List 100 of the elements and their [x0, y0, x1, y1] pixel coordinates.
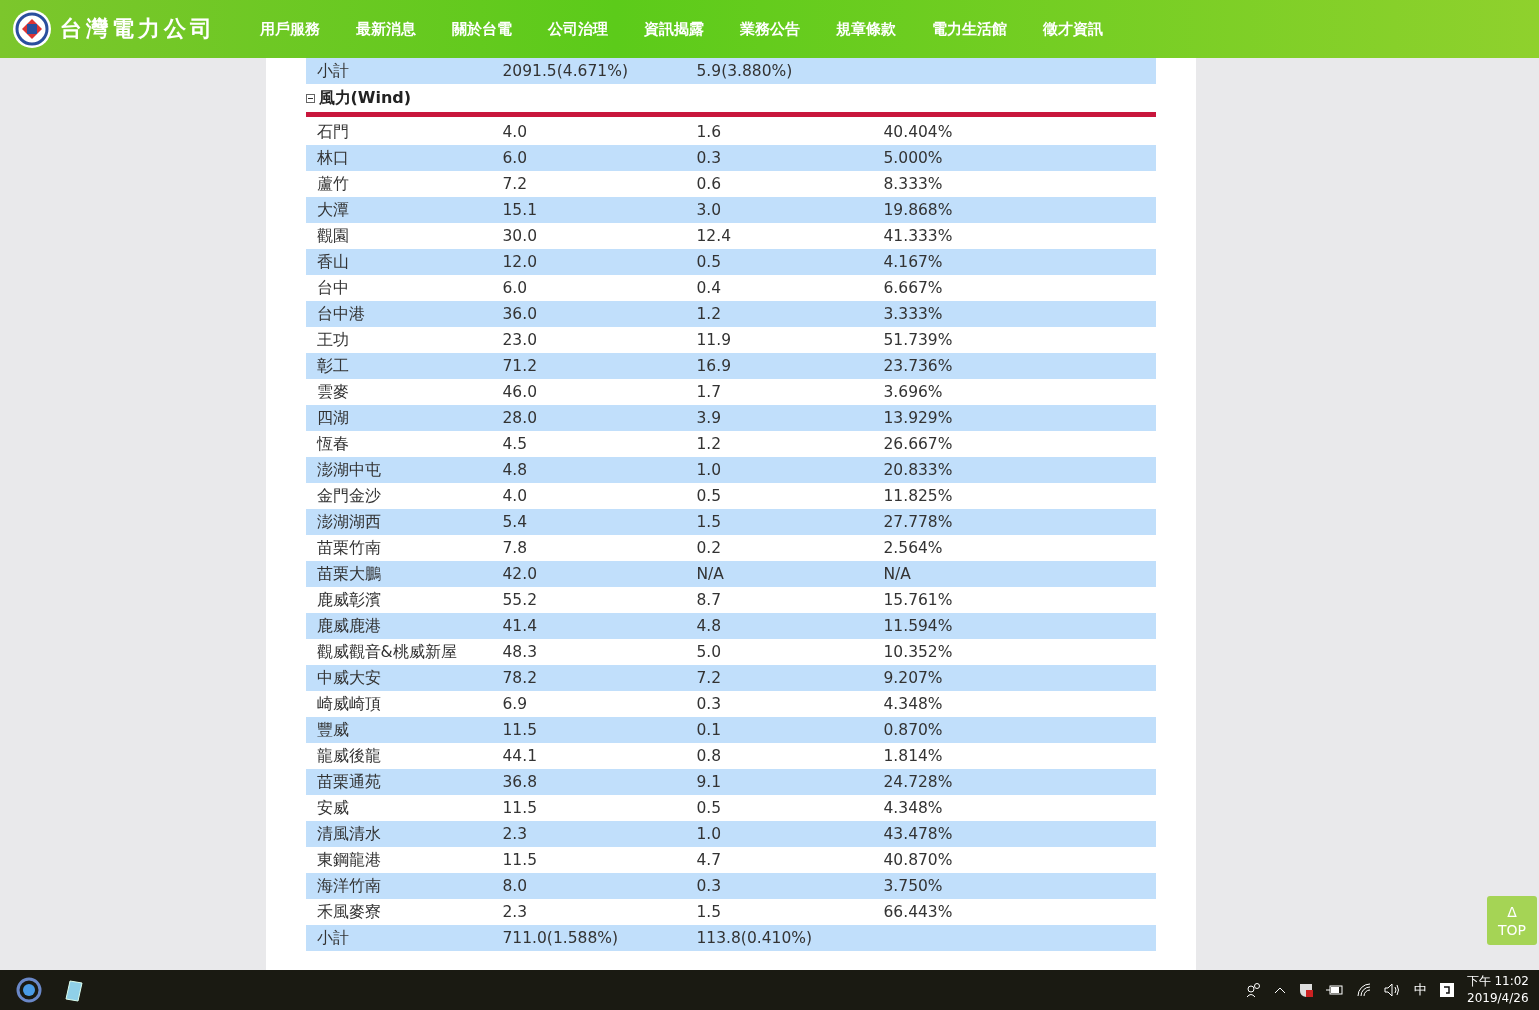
- table-cell-text: 1.2: [696, 435, 723, 453]
- table-cell-text: 46.0: [502, 383, 538, 401]
- table-cell-text: 0.3: [696, 877, 723, 895]
- table-cell-text: 蘆竹: [316, 173, 350, 195]
- notification-icon[interactable]: [1438, 982, 1455, 998]
- input-method-indicator[interactable]: 中: [1413, 981, 1427, 999]
- table-cell-text: 苗栗通苑: [316, 771, 382, 793]
- table-cell-text: 恆春: [316, 433, 350, 455]
- table-cell-text: 27.778%: [883, 513, 954, 531]
- nav-link[interactable]: 公司治理: [548, 19, 608, 39]
- table-cell-text: 1.5: [696, 513, 723, 531]
- table-cell-text: 1.6: [696, 123, 723, 141]
- logo-icon: [12, 9, 52, 49]
- table-cell-text: 78.2: [502, 669, 538, 687]
- table-cell-text: 清風清水: [316, 823, 382, 845]
- table-cell-text: 3.333%: [883, 305, 944, 323]
- table-cell-text: 0.5: [696, 253, 723, 271]
- table-cell-text: 0.3: [696, 695, 723, 713]
- collapse-icon[interactable]: [305, 93, 315, 103]
- table-cell-text: 中威大安: [316, 667, 382, 689]
- table-cell-text: 12.0: [502, 253, 538, 271]
- table-cell-text: 東鋼龍港: [316, 849, 382, 871]
- table-cell-text: 安威: [316, 797, 350, 819]
- table-cell-text: 7.8: [502, 539, 529, 557]
- clock-date[interactable]: 2019/4/26: [1467, 990, 1529, 1007]
- table-cell-text: 11.9: [696, 331, 732, 349]
- table-cell-text: 6.0: [502, 149, 529, 167]
- table-cell-text: 龍威後龍: [316, 745, 382, 767]
- table-cell-text: 2.564%: [883, 539, 944, 557]
- table-cell-text: 金門金沙: [316, 485, 382, 507]
- chevron-up-icon[interactable]: [1273, 986, 1286, 994]
- nav-link[interactable]: 規章條款: [836, 19, 896, 39]
- table-cell-text: 4.0: [502, 487, 529, 505]
- table-cell-text: 5.4: [502, 513, 529, 531]
- nav-link[interactable]: 徵才資訊: [1043, 19, 1103, 39]
- table-cell-text: 0.6: [696, 175, 723, 193]
- table-cell-text: 觀威觀音&桃威新屋: [316, 641, 458, 663]
- table-cell-text: 3.696%: [883, 383, 944, 401]
- table-cell-text: 44.1: [502, 747, 538, 765]
- wifi-icon[interactable]: [1355, 983, 1372, 997]
- table-cell-text: 6.0: [502, 279, 529, 297]
- nav-link[interactable]: 電力生活館: [932, 19, 1007, 39]
- table-cell-text: 4.8: [502, 461, 529, 479]
- table-cell-text: 四湖: [316, 407, 350, 429]
- table-cell-text: 0.870%: [883, 721, 944, 739]
- table-cell-text: 1.7: [696, 383, 723, 401]
- table-cell-text: 51.739%: [883, 331, 954, 349]
- table-cell-text: 1.0: [696, 461, 723, 479]
- table-cell-text: 55.2: [502, 591, 538, 609]
- clock-time[interactable]: 下午 11:02: [1466, 973, 1529, 990]
- table-cell-text: 香山: [316, 251, 350, 273]
- nav-link[interactable]: 用戶服務: [260, 19, 320, 39]
- table-cell-text: 石門: [316, 121, 350, 143]
- table-cell-text: 7.2: [696, 669, 723, 687]
- table-cell-text: 8.0: [502, 877, 529, 895]
- shield-icon[interactable]: [1297, 982, 1314, 998]
- table-cell-text: 36.8: [502, 773, 538, 791]
- table-cell-text: 2.3: [502, 825, 529, 843]
- table-cell-text: 澎湖湖西: [316, 511, 382, 533]
- speaker-icon[interactable]: [1383, 983, 1402, 997]
- table-cell-text: 彰工: [316, 355, 350, 377]
- table-cell-text: 5.000%: [883, 149, 944, 167]
- table-cell-text: 6.667%: [883, 279, 944, 297]
- table-cell-text: 0.4: [696, 279, 723, 297]
- table-cell-text: 豐威: [316, 719, 350, 741]
- table-cell-text: 4.5: [502, 435, 529, 453]
- logo-text[interactable]: 台灣電力公司: [60, 14, 216, 44]
- table-cell-text: 1.2: [696, 305, 723, 323]
- table-cell-text: 4.8: [696, 617, 723, 635]
- table-cell-text: 20.833%: [883, 461, 954, 479]
- table-cell-text: 8.7: [696, 591, 723, 609]
- table-cell-text: 台中: [316, 277, 350, 299]
- table-cell-text: 15.761%: [883, 591, 954, 609]
- nav-link[interactable]: 關於台電: [452, 19, 512, 39]
- table-cell-text: 24.728%: [883, 773, 954, 791]
- table-cell-text: 11.825%: [883, 487, 954, 505]
- globe-icon[interactable]: [16, 977, 42, 1003]
- table-cell-text: 3.9: [696, 409, 723, 427]
- back-to-top-button[interactable]: Δ TOP: [1487, 896, 1537, 945]
- table-cell-text: 2.3: [502, 903, 529, 921]
- table-cell-text: 4.167%: [883, 253, 944, 271]
- table-cell-text: 12.4: [696, 227, 732, 245]
- table-cell-text: 23.736%: [883, 357, 954, 375]
- nav-link[interactable]: 業務公告: [740, 19, 800, 39]
- table-cell-text: 36.0: [502, 305, 538, 323]
- table-cell-text: 王功: [316, 329, 350, 351]
- table-cell-text: 小計: [316, 927, 350, 949]
- table-cell-text: 16.9: [696, 357, 732, 375]
- table-cell-text: 11.5: [502, 721, 538, 739]
- table-cell-text: 42.0: [502, 565, 538, 583]
- battery-icon[interactable]: [1325, 984, 1344, 996]
- table-cell-text: 9.207%: [883, 669, 944, 687]
- nav-link[interactable]: 資訊揭露: [644, 19, 704, 39]
- people-icon[interactable]: [1245, 982, 1262, 998]
- nav-link[interactable]: 最新消息: [356, 19, 416, 39]
- table-cell-text: 5.9(3.880%): [696, 62, 794, 80]
- table-cell-text: 5.0: [696, 643, 723, 661]
- table-cell-text: 澎湖中屯: [316, 459, 382, 481]
- table-cell-text: 4.348%: [883, 695, 944, 713]
- table-cell-text: 鹿威彰濱: [316, 589, 382, 611]
